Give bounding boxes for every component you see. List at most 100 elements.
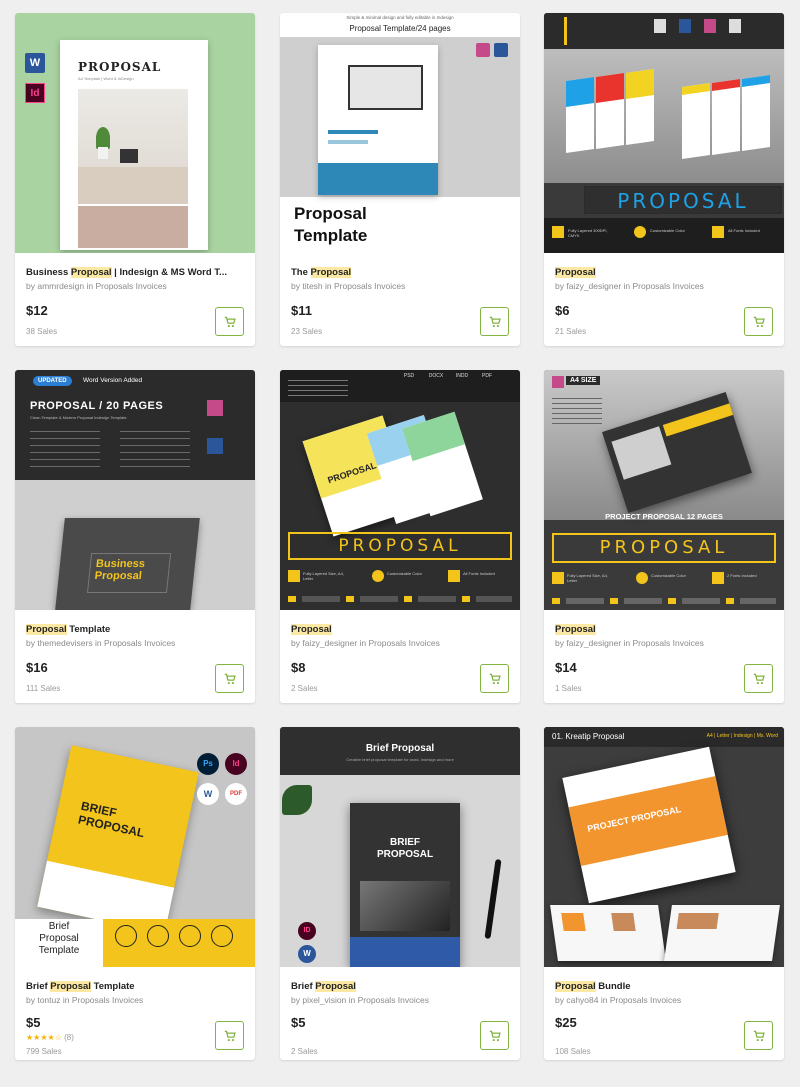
product-title[interactable]: Proposal <box>555 624 777 635</box>
product-card[interactable]: 01. Kreatip Proposal A4 | Letter | Indes… <box>544 727 784 1060</box>
author-link[interactable]: titesh <box>302 281 322 291</box>
add-to-cart-button[interactable] <box>744 307 773 336</box>
format-label: DOCX <box>428 373 444 379</box>
plant-decoration <box>280 779 320 829</box>
product-card[interactable]: UPDATED Word Version Added PROPOSAL / 20… <box>15 370 255 703</box>
category-link[interactable]: Proposals Invoices <box>369 638 440 648</box>
brochure-mockup: BRIEF PROPOSAL <box>350 803 460 967</box>
product-price: $6 <box>555 303 570 318</box>
author-link[interactable]: faizy_designer <box>302 638 357 648</box>
thumb-heading: 01. Kreatip Proposal <box>552 732 625 741</box>
product-price: $8 <box>291 660 306 675</box>
document-cover: PROPOSAL A4 Template | Word & InDesign <box>60 40 208 250</box>
sales-count: 23 Sales <box>291 327 323 336</box>
thumb-header-bar <box>544 13 784 49</box>
product-thumbnail[interactable]: BRIEF PROPOSAL Ps Id W PDF Brief Proposa… <box>15 727 255 967</box>
add-to-cart-button[interactable] <box>215 1021 244 1050</box>
add-to-cart-button[interactable] <box>480 664 509 693</box>
feature-text: Fully Layered Size, A4, Letter <box>567 573 608 583</box>
product-thumbnail[interactable]: Simple & minimal design and fully editab… <box>280 13 520 253</box>
brochure-mockup: PROJECT PROPOSAL <box>562 746 736 904</box>
product-thumbnail[interactable]: PROPOSAL Fully Layered 300DPI, CMYK Cust… <box>544 13 784 253</box>
product-title[interactable]: Brief Proposal Template <box>26 981 248 992</box>
product-byline: by tontuz in Proposals Invoices <box>26 995 144 1005</box>
feature-text: Customizable Color <box>651 573 686 578</box>
author-link[interactable]: faizy_designer <box>566 638 621 648</box>
word-icon: W <box>197 783 219 805</box>
thumb-subheading: Clean Template & Modern Proposal Indesig… <box>30 415 127 420</box>
product-card[interactable]: PSD DOCX INDD PDF PROPOSAL PROPOSAL Full… <box>280 370 520 703</box>
add-to-cart-button[interactable] <box>480 307 509 336</box>
category-link[interactable]: Proposals Invoices <box>95 281 166 291</box>
author-link[interactable]: cahyo84 <box>566 995 598 1005</box>
product-price: $25 <box>555 1015 577 1030</box>
category-link[interactable]: Proposals Invoices <box>633 281 704 291</box>
product-thumbnail[interactable]: A4 SIZE PROJECT PROPOSAL 12 PAGES PROPOS… <box>544 370 784 610</box>
indesign-icon <box>207 400 223 416</box>
author-link[interactable]: faizy_designer <box>566 281 621 291</box>
product-card[interactable]: BRIEF PROPOSAL Ps Id W PDF Brief Proposa… <box>15 727 255 1060</box>
product-price: $14 <box>555 660 577 675</box>
product-title[interactable]: Proposal Bundle <box>555 981 777 992</box>
item-grid: PROPOSAL A4 Template | Word & InDesign W… <box>0 0 800 1087</box>
product-byline: by pixel_vision in Proposals Invoices <box>291 995 429 1005</box>
feature-list <box>120 425 190 469</box>
add-to-cart-button[interactable] <box>215 664 244 693</box>
indesign-icon: Id <box>225 753 247 775</box>
product-card[interactable]: A4 SIZE PROJECT PROPOSAL 12 PAGES PROPOS… <box>544 370 784 703</box>
thumb-header-panel: UPDATED Word Version Added PROPOSAL / 20… <box>15 370 255 480</box>
thumb-mockup-area <box>544 49 784 183</box>
add-to-cart-button[interactable] <box>744 1021 773 1050</box>
product-card[interactable]: PROPOSAL Fully Layered 300DPI, CMYK Cust… <box>544 13 784 346</box>
product-card[interactable]: Brief Proposal Creative brief proposal t… <box>280 727 520 1060</box>
product-thumbnail[interactable]: Brief Proposal Creative brief proposal t… <box>280 727 520 967</box>
product-thumbnail[interactable]: PROPOSAL A4 Template | Word & InDesign W… <box>15 13 255 253</box>
author-link[interactable]: themedevisers <box>37 638 92 648</box>
product-info: Brief Proposal by pixel_vision in Propos… <box>280 967 520 1060</box>
product-card[interactable]: PROPOSAL A4 Template | Word & InDesign W… <box>15 13 255 346</box>
thumb-heading: Proposal Template <box>294 204 368 245</box>
cover-subheading: A4 Template | Word & InDesign <box>78 76 134 81</box>
size-tag: A4 SIZE <box>566 376 601 385</box>
product-title[interactable]: Proposal <box>291 624 513 635</box>
product-title[interactable]: The Proposal <box>291 267 513 278</box>
star-rating[interactable]: ★★★★☆ (8) <box>26 1033 74 1042</box>
add-to-cart-button[interactable] <box>744 664 773 693</box>
category-link[interactable]: Proposals Invoices <box>334 281 405 291</box>
product-title[interactable]: Proposal <box>555 267 777 278</box>
pdf-icon: PDF <box>225 783 247 805</box>
format-label: PSD <box>403 373 415 379</box>
category-link[interactable]: Proposals Invoices <box>104 638 175 648</box>
product-thumbnail[interactable]: 01. Kreatip Proposal A4 | Letter | Indes… <box>544 727 784 967</box>
word-icon <box>207 438 223 454</box>
sales-count: 111 Sales <box>26 684 61 693</box>
category-link[interactable]: Proposals Invoices <box>633 638 704 648</box>
product-title[interactable]: Business Proposal | Indesign & MS Word T… <box>26 267 248 278</box>
feature-row: Fully Layered Size, A4, Letter Customiza… <box>544 568 784 610</box>
author-link[interactable]: pixel_vision <box>302 995 346 1005</box>
author-link[interactable]: tontuz <box>37 995 60 1005</box>
add-to-cart-button[interactable] <box>480 1021 509 1050</box>
thumb-top-title: Proposal Template/24 pages <box>349 24 451 33</box>
feature-list <box>30 425 100 469</box>
product-card[interactable]: Simple & minimal design and fully editab… <box>280 13 520 346</box>
author-link[interactable]: ammrdesign <box>37 281 84 291</box>
product-thumbnail[interactable]: UPDATED Word Version Added PROPOSAL / 20… <box>15 370 255 610</box>
cover-heading: PROPOSAL <box>78 60 162 74</box>
cover-title: Business Proposal <box>94 558 146 582</box>
category-link[interactable]: Proposals Invoices <box>72 995 143 1005</box>
photoshop-icon: Ps <box>197 753 219 775</box>
cart-icon <box>224 673 236 684</box>
thumb-header-panel: Brief Proposal Creative brief proposal t… <box>280 727 520 775</box>
thumb-heading: Brief Proposal <box>365 743 435 754</box>
add-to-cart-button[interactable] <box>215 307 244 336</box>
product-info: Proposal by faizy_designer in Proposals … <box>280 610 520 703</box>
feature-row: Fully Layered 300DPI, CMYK Customizable … <box>544 218 784 253</box>
product-title[interactable]: Proposal Template <box>26 624 248 635</box>
product-title[interactable]: Brief Proposal <box>291 981 513 992</box>
category-link[interactable]: Proposals Invoices <box>358 995 429 1005</box>
product-thumbnail[interactable]: PSD DOCX INDD PDF PROPOSAL PROPOSAL Full… <box>280 370 520 610</box>
category-link[interactable]: Proposals Invoices <box>610 995 681 1005</box>
brochure-mockup <box>318 45 438 195</box>
brochure-mockup: BRIEF PROPOSAL <box>37 745 199 934</box>
